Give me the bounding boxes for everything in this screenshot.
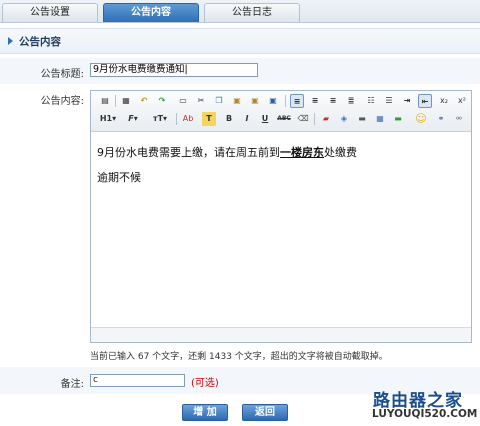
editor-paragraph: 9月份水电费需要上缴，请在周五前到一楼房东处缴费 — [97, 145, 465, 161]
template-icon[interactable]: ▦ — [119, 94, 133, 108]
font-size-label: T — [157, 114, 164, 123]
editor-text: 处缴费 — [324, 146, 357, 159]
media-icon[interactable]: ▬ — [355, 112, 369, 126]
note-label: 备注: — [60, 379, 84, 390]
bold-icon[interactable]: B — [222, 112, 236, 126]
tab-announcement-content[interactable]: 公告内容 — [103, 3, 199, 22]
unordered-list-icon[interactable]: ☰ — [382, 94, 396, 108]
tab-announcement-settings[interactable]: 公告设置 — [2, 3, 98, 22]
section-header: 公告内容 — [0, 28, 480, 54]
character-counter: 当前已输入 67 个文字，还剩 1433 个文字，超出的文字将被自动截取掉。 — [90, 352, 388, 362]
copy-icon[interactable]: ❐ — [212, 94, 226, 108]
ordered-list-icon[interactable]: ☷ — [364, 94, 378, 108]
font-color-icon[interactable]: Ab — [180, 112, 196, 126]
paste-icon[interactable]: ▣ — [230, 94, 244, 108]
redo-icon[interactable]: ↷ — [155, 94, 169, 108]
back-button[interactable]: 返回 — [242, 404, 288, 421]
tab-bar: 公告设置 公告内容 公告日志 — [0, 0, 480, 23]
watermark-url: LUYOUQI520.COM — [372, 408, 478, 420]
toolbar-divider — [115, 95, 116, 107]
title-label: 公告标题: — [40, 69, 84, 80]
unlink-icon[interactable]: ⚮ — [452, 112, 466, 126]
toolbar-divider — [285, 95, 286, 107]
title-input[interactable]: 9月份水电费缴费通知| — [90, 63, 258, 77]
editor-toolbar: ▤ ▦ ↶ ↷ ▭ ✂ ❐ ▣ ▣ ▣ ≡ ≡ ≡ ≣ ☷ ☰ ⇥ ⇤ x₂ x… — [91, 91, 471, 132]
section-title: 公告内容 — [19, 36, 61, 48]
rich-text-editor: ▤ ▦ ↶ ↷ ▭ ✂ ❐ ▣ ▣ ▣ ≡ ≡ ≡ ≣ ☷ ☰ ⇥ ⇤ x₂ x… — [90, 90, 472, 343]
editor-paragraph: 逾期不候 — [97, 170, 465, 186]
editor-bold-text: 一楼房东 — [280, 146, 324, 159]
highlight-icon[interactable]: T — [202, 112, 216, 126]
align-center-icon[interactable]: ≡ — [308, 94, 322, 108]
editor-text: 9月份水电费需要上缴，请在周五前到 — [97, 146, 280, 159]
image-icon[interactable]: ▰ — [319, 112, 333, 126]
table-icon[interactable]: ▦ — [373, 112, 387, 126]
align-left-icon[interactable]: ≡ — [290, 94, 304, 108]
editor-resize-bar[interactable] — [91, 327, 471, 342]
hr-icon[interactable]: ▬ — [391, 112, 405, 126]
align-right-icon[interactable]: ≡ — [326, 94, 340, 108]
font-family-label: F — [128, 114, 134, 123]
indent-icon[interactable]: ⇥ — [400, 94, 414, 108]
font-size-icon[interactable]: ᴛT▾ — [149, 112, 171, 126]
arrow-right-icon — [8, 37, 13, 45]
remove-format-icon[interactable]: ⌫ — [296, 112, 310, 126]
content-label: 公告内容: — [40, 96, 84, 107]
paste-text-icon[interactable]: ▣ — [248, 94, 262, 108]
editor-text: 逾期不候 — [97, 171, 141, 184]
underline-icon[interactable]: U — [258, 112, 272, 126]
toolbar-divider — [314, 113, 315, 125]
editor-content[interactable]: 9月份水电费需要上缴，请在周五前到一楼房东处缴费 逾期不候 — [97, 145, 465, 195]
italic-icon[interactable]: I — [240, 112, 254, 126]
emoticon-icon[interactable]: ☺ — [414, 112, 428, 126]
strikethrough-icon[interactable]: ABC — [276, 112, 292, 126]
tab-announcement-log[interactable]: 公告日志 — [204, 3, 300, 22]
align-justify-icon[interactable]: ≣ — [344, 94, 358, 108]
heading-label: H1 — [99, 114, 113, 123]
link-icon[interactable]: ⚭ — [434, 112, 448, 126]
optional-hint: (可选) — [191, 378, 219, 389]
cut-icon[interactable]: ✂ — [194, 94, 208, 108]
add-button[interactable]: 增 加 — [182, 404, 228, 421]
flash-icon[interactable]: ◈ — [337, 112, 351, 126]
subscript-icon[interactable]: x₂ — [437, 94, 451, 108]
heading-icon[interactable]: H1▾ — [98, 112, 118, 126]
note-input[interactable]: c — [90, 374, 185, 387]
source-icon[interactable]: ▤ — [98, 94, 112, 108]
superscript-icon[interactable]: x² — [455, 94, 469, 108]
toolbar-divider — [176, 113, 177, 125]
print-icon[interactable]: ▭ — [176, 94, 190, 108]
undo-icon[interactable]: ↶ — [137, 94, 151, 108]
paste-word-icon[interactable]: ▣ — [266, 94, 280, 108]
font-family-icon[interactable]: F▾ — [123, 112, 143, 126]
outdent-icon[interactable]: ⇤ — [418, 94, 432, 108]
